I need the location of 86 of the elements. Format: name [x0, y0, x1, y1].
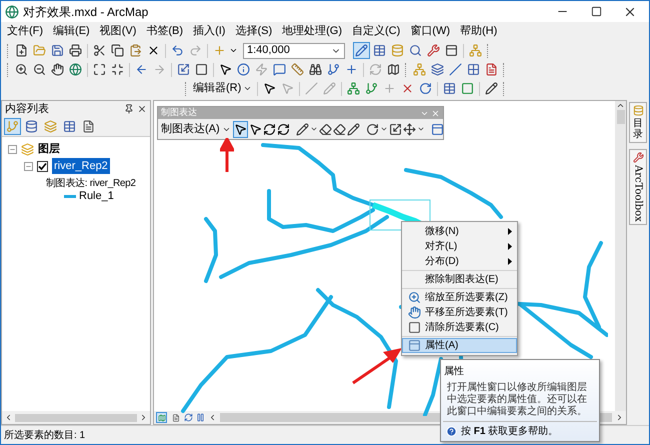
- tooltip-title: 属性: [443, 364, 465, 379]
- pause-icon[interactable]: [196, 413, 205, 422]
- scrollbar-thumb[interactable]: [616, 110, 624, 124]
- globe-icon[interactable]: [67, 61, 84, 78]
- submenu-arrow-icon: [508, 243, 512, 250]
- full-extent-icon[interactable]: [91, 61, 108, 78]
- table-icon[interactable]: [371, 42, 388, 59]
- menu-item[interactable]: 自定义(C): [352, 23, 400, 40]
- maximize-icon[interactable]: [590, 6, 602, 17]
- menu-item[interactable]: 视图(V): [100, 23, 136, 40]
- pin-icon[interactable]: [124, 104, 134, 114]
- app-globe-icon: [5, 4, 19, 18]
- ruler-icon[interactable]: [289, 61, 306, 78]
- menu-item[interactable]: 文件(F): [7, 23, 44, 40]
- horizontal-scrollbar[interactable]: [2, 411, 150, 424]
- representation-caption: 制图表达: river_Rep2: [46, 178, 136, 189]
- copy-icon[interactable]: [109, 42, 126, 59]
- info-icon[interactable]: [235, 61, 252, 78]
- panel-title: 内容列表: [5, 102, 49, 117]
- editor-menu[interactable]: 编辑器(R): [191, 80, 254, 97]
- annotation-arrow-icon: [351, 347, 403, 385]
- help-icon: [446, 426, 457, 437]
- submenu-arrow-icon: [508, 258, 512, 265]
- binoculars-icon[interactable]: [307, 61, 324, 78]
- hand-icon: [408, 306, 420, 319]
- caret-icon[interactable]: [310, 125, 318, 133]
- menu-item[interactable]: 地理处理(G): [282, 23, 342, 40]
- context-menu-item[interactable]: 对齐(L): [402, 239, 517, 254]
- context-menu-item[interactable]: 擦除制图表达(E): [402, 272, 517, 287]
- scroll-right-icon[interactable]: [615, 413, 624, 422]
- caret-icon[interactable]: [380, 125, 388, 133]
- scroll-left-icon[interactable]: [4, 413, 13, 422]
- select-tool-icon[interactable]: [232, 120, 248, 138]
- tooltip-description: 打开属性窗口以修改所编辑图层中选定要素的属性值。还可以在此窗口中编辑要素之间的关系。: [446, 380, 588, 419]
- refresh-icon[interactable]: [184, 413, 193, 422]
- context-menu-item[interactable]: 缩放至所选要素(Z): [402, 290, 517, 305]
- context-menu-item[interactable]: 属性(A): [402, 338, 517, 353]
- zoom-in-icon[interactable]: [13, 61, 30, 78]
- dock-tab[interactable]: ArcToolbox: [629, 149, 647, 225]
- clear-selection-icon: [408, 321, 420, 334]
- scroll-right-icon[interactable]: [139, 413, 148, 422]
- layer-name[interactable]: river_Rep2: [52, 158, 110, 174]
- help-hint: 按 F1 获取更多帮助。: [461, 424, 558, 439]
- properties-icon: [408, 339, 420, 352]
- layer-checkbox[interactable]: [37, 160, 48, 172]
- save-icon[interactable]: [49, 42, 66, 59]
- menu-item[interactable]: 帮助(H): [460, 23, 498, 40]
- pen-icon[interactable]: [296, 120, 309, 138]
- annotation-arrow-icon: [220, 138, 234, 172]
- menu-item[interactable]: 书签(B): [146, 23, 184, 40]
- layers-icon[interactable]: [429, 61, 446, 78]
- move-icon[interactable]: [402, 120, 416, 138]
- representation-menu[interactable]: 制图表达(A): [161, 120, 231, 138]
- vertical-scrollbar[interactable]: [615, 101, 626, 411]
- symbol-label: Rule_1: [79, 189, 114, 204]
- context-menu-item[interactable]: 微移(N): [402, 224, 517, 239]
- window-title: 对齐效果.mxd - ArcMap: [23, 4, 148, 20]
- close-icon[interactable]: [137, 104, 147, 114]
- menu-item[interactable]: 选择(S): [235, 23, 272, 40]
- hand-icon[interactable]: [49, 61, 66, 78]
- zoom-out-icon[interactable]: [31, 61, 48, 78]
- caret-icon[interactable]: [243, 84, 252, 93]
- river-line: [423, 357, 443, 416]
- caret-icon[interactable]: [229, 46, 238, 55]
- toolbar-title: 制图表达: [161, 106, 197, 120]
- context-menu-item[interactable]: 分布(D): [402, 254, 517, 269]
- zoom-icon: [408, 291, 420, 304]
- context-menu-item[interactable]: 平移至所选要素(T): [402, 305, 517, 320]
- scale-dropdown[interactable]: 1:40,000: [243, 42, 345, 58]
- clear-selection-icon[interactable]: [193, 61, 210, 78]
- menu-item[interactable]: 编辑(E): [53, 23, 90, 40]
- scroll-up-icon[interactable]: [616, 101, 625, 110]
- status-text: 所选要素的数目: 1: [4, 428, 86, 442]
- printer-icon[interactable]: [67, 42, 84, 59]
- scroll-left-icon[interactable]: [208, 413, 217, 422]
- context-menu-item[interactable]: 清除所选要素(C): [402, 320, 517, 335]
- layer-group-label[interactable]: 图层: [38, 140, 60, 158]
- grid-icon[interactable]: [465, 61, 482, 78]
- checkmark-icon: [38, 162, 47, 170]
- fixed-zoom-icon[interactable]: [109, 61, 126, 78]
- layers-icon: [21, 142, 34, 156]
- menu-item[interactable]: 窗口(W): [410, 23, 450, 40]
- speech-bubble-icon[interactable]: [271, 61, 288, 78]
- submenu-arrow-icon: [508, 228, 512, 235]
- menu-item[interactable]: 插入(I): [193, 23, 226, 40]
- dock-tab[interactable]: 目录: [629, 102, 647, 143]
